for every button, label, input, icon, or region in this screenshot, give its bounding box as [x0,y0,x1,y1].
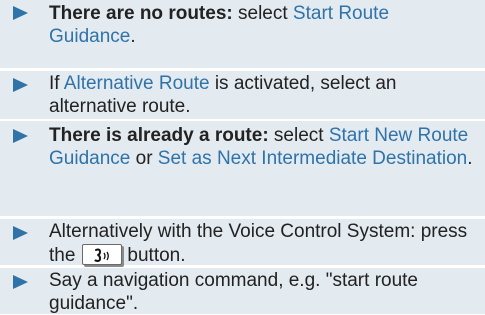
bullet-arrow-icon [13,129,28,143]
list-item: Alternatively with the Voice Control Sys… [0,219,485,267]
bullet-arrow-icon [13,6,28,20]
list-item-text: If Alternative Route is activated, selec… [49,73,474,118]
voice-control-button[interactable] [82,243,123,265]
instruction-text: . [467,147,473,169]
bullet-arrow-icon [13,275,28,289]
instruction-text: Say a navigation command, e.g. "start ro… [49,270,418,314]
instruction-text: If [49,73,64,94]
voice-control-icon [94,248,110,262]
instruction-text: select [232,3,293,24]
list-item: There is already a route: select Start N… [0,121,485,216]
menu-item-alternative-route[interactable]: Alternative Route [64,73,210,94]
condition-label: There is already a route: [49,125,269,146]
list-item-text: There is already a route: select Start N… [49,125,474,170]
instruction-text: select [268,125,329,146]
bullet-arrow-icon [13,226,28,240]
list-item: Say a navigation command, e.g. "start ro… [0,268,485,314]
instruction-text: button. [127,244,186,266]
menu-item-set-next-intermediate-destination[interactable]: Set as Next Intermediate Destination [158,148,467,169]
instruction-text: or [130,147,158,169]
list-item-text: Alternatively with the Voice Control Sys… [49,221,474,267]
list-item-text: Say a navigation command, e.g. "start ro… [49,270,474,315]
bullet-arrow-icon [13,78,28,92]
condition-label: There are no routes: [49,3,233,24]
list-item: There are no routes: select Start Route … [0,0,485,68]
instruction-text: . [130,25,136,47]
list-item: If Alternative Route is activated, selec… [0,71,485,119]
list-item-text: There are no routes: select Start Route … [49,3,474,48]
